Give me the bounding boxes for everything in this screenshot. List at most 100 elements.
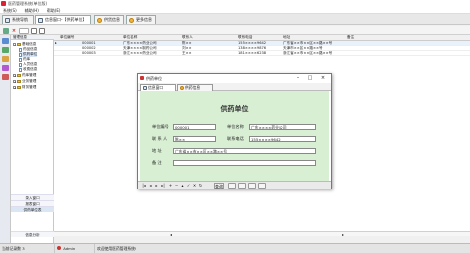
folder-icon[interactable] [2,47,9,53]
first-record-button[interactable]: |◂ [141,183,147,189]
window-icon [143,86,147,90]
phone-field[interactable]: 155××××9642 [249,136,316,142]
contact-field[interactable]: 陈×× [173,136,216,142]
more-icon [129,17,134,23]
status-record-count: 当前记录数 3 [0,244,55,253]
next-record-button[interactable]: ▸ [154,183,159,189]
folder-icon [17,86,21,89]
edit-record-button[interactable]: ▴ [180,183,185,189]
navigation-icon [5,17,10,23]
maximize-button[interactable]: □ [306,75,314,82]
home-icon[interactable] [2,38,9,44]
table-row[interactable]: 000003 浙江××××药业公司 王×× 181××××6238 浙江省××市… [54,51,470,56]
contact-label: 联 系 人 [152,136,168,141]
status-message: 欢迎使用医药管理系统! [97,246,137,251]
tree-node-business[interactable]: + 业务管理 [13,79,36,84]
edit-icon[interactable] [3,28,9,34]
cancel-edit-button[interactable]: ✕ [192,183,197,189]
menu-aux[interactable]: 辅助(H) [25,8,39,14]
column-header[interactable]: 单位编号 [60,35,84,40]
info-icon [180,86,184,90]
document-icon [19,52,22,57]
dialog-title: 供药单位 [146,76,162,81]
window-title: 医药管理系统(单位版) [8,1,48,6]
status-user: Admin [55,244,95,253]
folder-icon [17,43,21,46]
filter-dropdown[interactable] [19,28,29,34]
save-record-button[interactable]: ✓ [186,183,191,189]
dialog-tab-strip: 信息窗口 供药信息 [138,83,331,91]
note-field[interactable] [173,160,316,166]
grid-icon[interactable] [39,28,45,34]
column-header[interactable]: 联系电话 [238,35,268,40]
menu-help[interactable]: 帮助(E) [47,8,61,14]
dialog-tab-info[interactable]: 信息窗口 [140,84,176,91]
print-icon[interactable] [228,183,236,189]
tab-label: 信息窗口-【供药单位】 [45,17,87,22]
supplier-dialog: 供药单位 – □ × 信息窗口 供药信息 供药单位 单位编号 000001 单位… [137,73,332,189]
view-toggle-icon[interactable] [31,28,37,34]
icon-rail [0,35,11,243]
document-icon [19,67,22,72]
expand-icon[interactable]: + [13,86,17,90]
tab-label: 系统导航 [12,17,28,22]
scroll-right-icon[interactable]: ▸ [342,232,344,237]
tab-supply[interactable]: 供货信息 [94,15,124,24]
expand-icon[interactable]: + [13,80,17,84]
exit-icon[interactable] [258,183,266,189]
query-button[interactable]: 查询 [214,183,224,189]
app-icon [1,1,6,6]
tab-label: 更多信息 [136,17,152,22]
prev-record-button[interactable]: ◂ [148,183,153,189]
export-icon[interactable] [248,183,256,189]
document-icon [19,62,22,67]
record-count-label: 当前记录数 [2,246,21,251]
info-icon [97,17,102,23]
refresh-button[interactable]: ↻ [198,183,203,189]
add-record-button[interactable]: + [168,183,173,189]
tab-more[interactable]: 更多信息 [126,15,156,24]
tree-node-fees[interactable]: 收费信息 [19,67,37,72]
report-icon[interactable] [2,56,9,62]
column-header[interactable]: 备注 [347,35,367,40]
window-icon [38,17,43,23]
name-label: 单位名称 [227,124,244,129]
menu-system[interactable]: 系统(S) [3,8,17,14]
collapse-icon[interactable]: − [13,43,17,47]
link-supplier-table[interactable]: 供药单位表 [11,206,54,212]
note-label: 备 注 [152,160,162,165]
last-record-button[interactable]: ▸| [160,183,166,189]
code-label: 单位编号 [152,124,169,129]
scroll-left-icon[interactable]: ◂ [170,232,172,237]
column-header[interactable]: 地址 [283,35,303,40]
tree-node-finance[interactable]: + 财务管理 [13,85,36,90]
phone-label: 联系电话 [227,136,244,141]
settings-icon[interactable] [2,74,9,80]
folder-icon [17,80,21,83]
record-count-value: 3 [22,246,25,251]
user-icon [57,246,61,250]
tab-nav[interactable]: 系统导航 [2,15,34,24]
expand-icon[interactable]: + [13,74,17,78]
code-field[interactable]: 000001 [173,124,216,130]
user-icon[interactable] [2,65,9,71]
close-button[interactable]: × [319,75,327,82]
minimize-button[interactable]: – [294,75,302,82]
link-analysis[interactable]: 信息分析 [11,231,54,237]
title-bar: 医药管理系统(单位版) [0,0,470,8]
tab-info-window[interactable]: 信息窗口-【供药单位】 [35,15,91,24]
delete-record-button[interactable]: − [174,183,179,189]
name-field[interactable]: 广东××××药业公司 [249,124,316,130]
tree-node-storage-mgmt[interactable]: + 药库管理 [13,73,36,78]
dialog-tab-supply[interactable]: 供药信息 [177,84,213,91]
record-navigator: |◂ ◂ ▸ ▸| + − ▴ ✓ ✕ ↻ 查询 [138,181,331,189]
document-icon [19,47,22,52]
delete-icon[interactable]: × [11,28,17,34]
address-label: 地 址 [152,148,162,153]
column-header[interactable]: 联系人 [182,35,202,40]
tree-panel: 管理信息 − 基础信息 药品信息 供药单位 药库 人员信息 收费信息 + 药库管… [11,35,54,243]
tab-strip: 系统导航 信息窗口-【供药单位】 供货信息 更多信息 [0,14,470,25]
column-header[interactable]: 单位名称 [123,35,153,40]
address-field[interactable]: 广东省××市××区××路××号 [173,148,316,154]
preview-icon[interactable] [238,183,246,189]
